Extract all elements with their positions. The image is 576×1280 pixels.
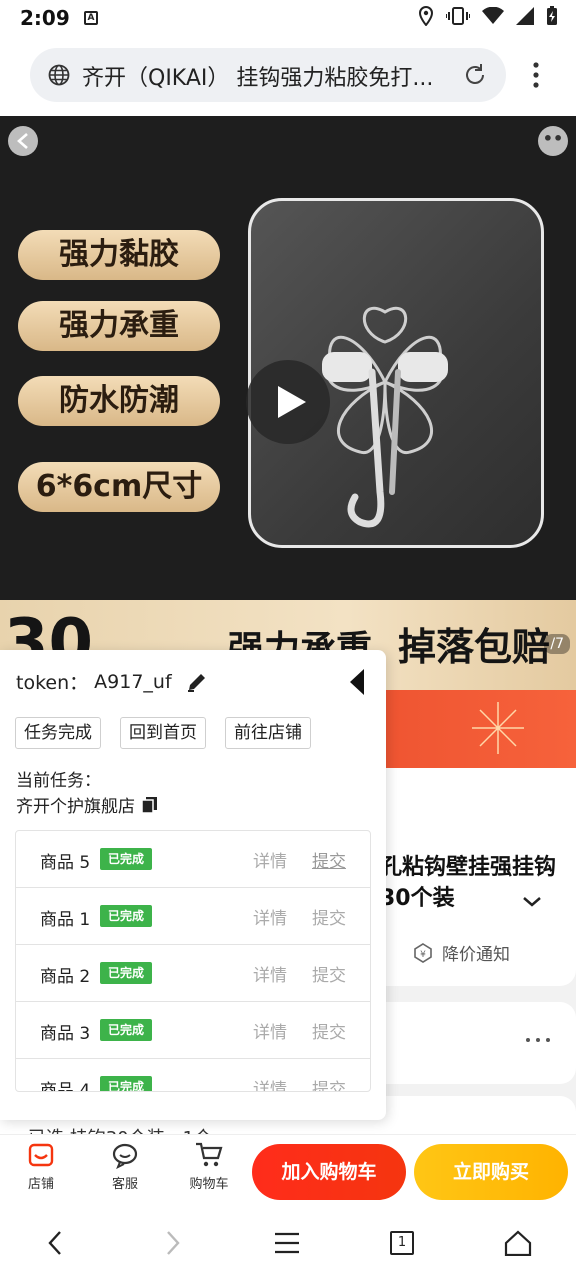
- task-list[interactable]: 商品 5 已完成 详情 提交 商品 1 已完成 详情 提交 商品 2 已完成 详…: [15, 830, 371, 1092]
- feature-pill: 防水防潮: [18, 376, 220, 426]
- battery-icon: [547, 6, 557, 25]
- collapse-panel-icon[interactable]: [348, 668, 366, 696]
- reload-icon[interactable]: [462, 62, 488, 88]
- detail-link[interactable]: 详情: [253, 904, 287, 929]
- wifi-icon: [482, 7, 504, 24]
- status-time: 2:09: [20, 6, 70, 30]
- submit-link[interactable]: 提交: [312, 961, 346, 986]
- go-to-store-button[interactable]: 前往店铺: [225, 717, 311, 749]
- cart-button[interactable]: 购物车: [174, 1141, 244, 1192]
- token-label: token：: [16, 672, 89, 694]
- back-arrow-icon[interactable]: [44, 1228, 66, 1258]
- token-value: A917_uf: [94, 670, 172, 693]
- task-name: 商品 4: [40, 1081, 91, 1092]
- submit-link[interactable]: 提交: [312, 847, 346, 872]
- customer-service-icon: [112, 1143, 138, 1169]
- status-badge: 已完成: [100, 1076, 153, 1091]
- store-button[interactable]: 店铺: [6, 1141, 76, 1192]
- forward-arrow-icon[interactable]: [162, 1228, 184, 1258]
- url-title: 齐开（QIKAI） 挂钩强力粘胶免打...: [82, 66, 434, 91]
- store-icon: [28, 1143, 54, 1167]
- svg-text:¥: ¥: [420, 950, 426, 960]
- location-icon: [418, 6, 434, 26]
- globe-icon: [48, 64, 70, 86]
- task-row: 商品 5 已完成 详情 提交: [16, 831, 370, 888]
- chevron-left-icon: [17, 133, 28, 149]
- submit-link[interactable]: 提交: [312, 1075, 346, 1091]
- browser-toolbar: 齐开（QIKAI） 挂钩强力粘胶免打...: [0, 36, 576, 116]
- current-task-label: 当前任务：: [16, 771, 101, 791]
- service-label: 客服: [111, 1177, 138, 1192]
- copy-icon[interactable]: [141, 796, 159, 814]
- play-icon: [278, 386, 306, 418]
- feature-pill: 强力黏胶: [18, 230, 220, 280]
- token-row: token： A917_uf: [16, 668, 208, 695]
- edit-pencil-icon[interactable]: [186, 671, 208, 693]
- detail-link[interactable]: 详情: [253, 1075, 287, 1091]
- price-alert-label: 降价通知: [442, 945, 510, 965]
- browser-nav-bar: 1: [0, 1206, 576, 1280]
- task-complete-button[interactable]: 任务完成: [15, 717, 101, 749]
- image-counter: /7: [544, 634, 570, 654]
- service-button[interactable]: 客服: [90, 1141, 160, 1192]
- task-name: 商品 1: [40, 910, 91, 930]
- detail-link[interactable]: 详情: [253, 961, 287, 986]
- signal-icon: [516, 7, 534, 25]
- task-row: 商品 2 已完成 详情 提交: [16, 945, 370, 1002]
- task-panel: token： A917_uf 任务完成 回到首页 前往店铺 当前任务： 齐开个护…: [0, 650, 386, 1120]
- detail-link[interactable]: 详情: [253, 847, 287, 872]
- task-name: 商品 2: [40, 967, 91, 987]
- status-badge: 已完成: [100, 848, 153, 870]
- task-name: 商品 5: [40, 853, 91, 873]
- tabs-button[interactable]: 1: [390, 1231, 414, 1255]
- play-video-button[interactable]: [246, 360, 330, 444]
- add-to-cart-button[interactable]: 加入购物车: [252, 1144, 406, 1200]
- task-row: 商品 1 已完成 详情 提交: [16, 888, 370, 945]
- detail-link[interactable]: 详情: [253, 1018, 287, 1043]
- buy-now-button[interactable]: 立即购买: [414, 1144, 568, 1200]
- more-dots-icon[interactable]: [526, 1038, 550, 1042]
- price-alert-button[interactable]: ¥ 降价通知: [412, 940, 510, 965]
- current-store-name: 齐开个护旗舰店: [16, 797, 135, 817]
- status-badge: 已完成: [100, 962, 153, 984]
- chevron-down-icon[interactable]: [522, 896, 542, 908]
- task-row: 商品 4 已完成 详情 提交: [16, 1059, 370, 1092]
- overflow-menu-icon[interactable]: [533, 62, 539, 88]
- firework-decoration: [472, 702, 524, 754]
- banner-right-text: 掉落包赔: [398, 625, 551, 669]
- submit-link[interactable]: 提交: [312, 1018, 346, 1043]
- task-name: 商品 3: [40, 1024, 91, 1044]
- submit-link[interactable]: 提交: [312, 904, 346, 929]
- store-label: 店铺: [27, 1177, 54, 1192]
- home-icon[interactable]: [504, 1230, 532, 1256]
- status-badge: 已完成: [100, 905, 153, 927]
- vibrate-icon: [446, 7, 470, 25]
- task-row: 商品 3 已完成 详情 提交: [16, 1002, 370, 1059]
- cart-label: 购物车: [189, 1177, 229, 1192]
- url-bar[interactable]: 齐开（QIKAI） 挂钩强力粘胶免打...: [30, 48, 506, 102]
- current-store: 齐开个护旗舰店: [16, 792, 159, 817]
- feature-pill: 强力承重: [18, 301, 220, 351]
- back-button[interactable]: [8, 126, 38, 156]
- status-bar: 2:09 A: [0, 0, 576, 36]
- app-notification-icon: A: [84, 11, 98, 25]
- status-icons: [418, 6, 558, 26]
- back-home-button[interactable]: 回到首页: [120, 717, 206, 749]
- more-options-button[interactable]: ••: [538, 126, 568, 156]
- status-badge: 已完成: [100, 1019, 153, 1041]
- shopping-cart-icon: [196, 1142, 223, 1167]
- bottom-action-bar: 店铺 客服 购物车 加入购物车 立即购买: [0, 1134, 576, 1206]
- feature-pill: 6*6cm尺寸: [18, 462, 220, 512]
- product-gallery[interactable]: •• 强力黏胶 强力承重 防水防潮 6*6cm尺寸 30 强力承重 掉落包赔: [0, 116, 576, 690]
- menu-icon[interactable]: [274, 1232, 300, 1254]
- price-tag-icon: ¥: [414, 942, 432, 963]
